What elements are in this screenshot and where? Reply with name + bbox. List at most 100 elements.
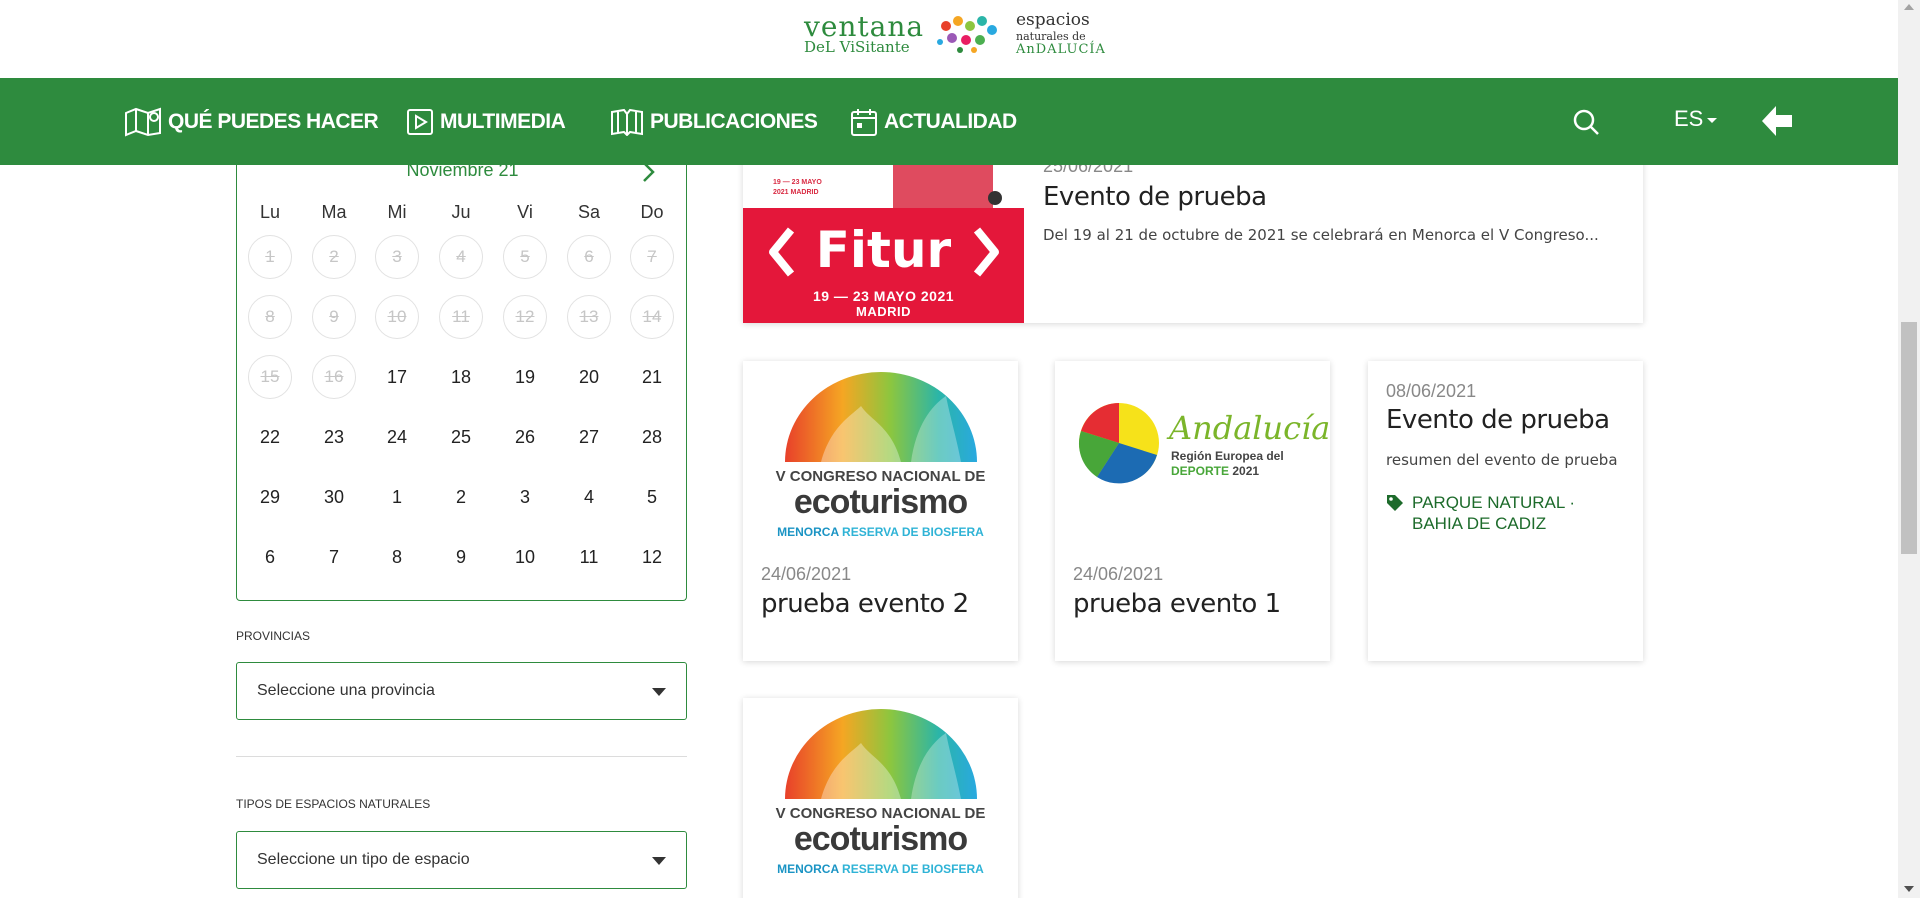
calendar-day[interactable]: 2 (439, 475, 483, 519)
event-card[interactable]: V CONGRESO NACIONAL DE ecoturismo MENORC… (743, 698, 1018, 898)
nav-label: MULTIMEDIA (440, 109, 566, 133)
fitur-city: MADRID (856, 304, 911, 319)
nav-publicaciones[interactable]: PUBLICACIONES (610, 78, 818, 165)
event-tag[interactable]: PARQUE NATURAL · BAHIA DE CADIZ (1412, 492, 1575, 534)
calendar-day[interactable]: 24 (375, 415, 419, 459)
weekday-header: Ju (451, 202, 471, 222)
calendar-day[interactable]: 30 (312, 475, 356, 519)
calendar-day[interactable]: 7 (312, 535, 356, 579)
nav-actualidad[interactable]: ACTUALIDAD (850, 78, 1017, 165)
event-tag-line2: BAHIA DE CADIZ (1412, 514, 1547, 533)
event-summary: Del 19 al 21 de octubre de 2021 se celeb… (1043, 226, 1599, 244)
fitur-small-dates: 19 — 23 MAYO (773, 179, 822, 186)
calendar-day[interactable]: 11 (567, 535, 611, 579)
scroll-down-icon[interactable] (1904, 886, 1914, 892)
calendar-day[interactable]: 25 (439, 415, 483, 459)
calendar-day[interactable]: 21 (630, 355, 674, 399)
tipos-label: TIPOS DE ESPACIOS NATURALES (236, 797, 431, 811)
weekday-header: Ma (321, 202, 347, 222)
andalucia-line1: Región Europea del (1171, 449, 1284, 463)
main-nav: QUÉ PUEDES HACER MULTIMEDIA PUBLICACIONE… (0, 78, 1898, 165)
logo-visitante: DeL ViSitante (804, 38, 910, 56)
arrow-left-icon[interactable] (1758, 102, 1796, 140)
event-card[interactable]: Andalucía Región Europea del DEPORTE 202… (1055, 361, 1330, 661)
calendar-day[interactable]: 6 (248, 535, 292, 579)
event-card[interactable]: V CONGRESO NACIONAL DE ecoturismo MENORC… (743, 361, 1018, 661)
eco-line3a: MENORCA (777, 862, 839, 876)
nav-multimedia[interactable]: MULTIMEDIA (406, 78, 566, 165)
calendar-day[interactable]: 1 (375, 475, 419, 519)
fitur-small-city: 2021 MADRID (773, 189, 819, 196)
calendar-day[interactable]: 4 (567, 475, 611, 519)
map-pin-icon (125, 107, 161, 136)
caret-down-icon (1707, 117, 1718, 123)
calendar-day[interactable]: 10 (503, 535, 547, 579)
book-icon (611, 108, 643, 136)
event-title[interactable]: prueba evento 1 (1073, 589, 1281, 619)
calendar-day[interactable]: 18 (439, 355, 483, 399)
nav-label: PUBLICACIONES (650, 109, 818, 133)
calendar-day-disabled: 8 (248, 295, 292, 339)
chevron-down-icon (652, 688, 666, 696)
logo-espacios: espacios (1016, 10, 1090, 30)
event-title[interactable]: prueba evento 2 (761, 589, 969, 619)
calendar-day[interactable]: 19 (503, 355, 547, 399)
flower-logo-icon (937, 16, 997, 53)
weekday-header: Do (640, 202, 664, 222)
andalucia-line2a: DEPORTE (1171, 464, 1230, 478)
calendar-day[interactable]: 5 (630, 475, 674, 519)
calendar-day[interactable]: 20 (567, 355, 611, 399)
event-summary: resumen del evento de prueba (1386, 451, 1618, 469)
nav-label: QUÉ PUEDES HACER (168, 109, 379, 133)
calendar-day-disabled: 10 (375, 295, 419, 339)
event-image-andalucia: Andalucía Región Europea del DEPORTE 202… (1055, 361, 1330, 551)
calendar-day-disabled: 4 (439, 235, 483, 279)
calendar-day-disabled: 12 (503, 295, 547, 339)
calendar-day-disabled: 7 (630, 235, 674, 279)
calendar-day-disabled: 13 (567, 295, 611, 339)
calendar-icon (851, 108, 877, 136)
page-scrollbar[interactable] (1898, 0, 1920, 898)
calendar-day[interactable]: 29 (248, 475, 292, 519)
calendar-day-disabled: 2 (312, 235, 356, 279)
calendar-day-disabled: 3 (375, 235, 419, 279)
weekday-header: Vi (517, 202, 533, 222)
tipo-espacio-select[interactable]: Seleccione un tipo de espacio (236, 831, 687, 889)
events-calendar: Noviembre 21 Lu Ma Mi Ju Vi Sa Do 1 2 3 4 5 6 7 8 9 10 11… (236, 150, 687, 601)
calendar-day[interactable]: 26 (503, 415, 547, 459)
calendar-day[interactable]: 8 (375, 535, 419, 579)
logo-andalucia: AnDALUCÍA (1016, 42, 1106, 57)
calendar-day[interactable]: 22 (248, 415, 292, 459)
calendar-day[interactable]: 23 (312, 415, 356, 459)
play-icon (407, 108, 433, 135)
calendar-day[interactable]: 17 (375, 355, 419, 399)
calendar-day[interactable]: 9 (439, 535, 483, 579)
scroll-up-icon[interactable] (1904, 4, 1914, 10)
language-selector[interactable]: ES (1674, 106, 1718, 132)
calendar-day-disabled: 11 (439, 295, 483, 339)
eco-line3b: RESERVA DE BIOSFERA (838, 862, 984, 876)
event-title[interactable]: Evento de prueba (1043, 182, 1267, 212)
search-icon[interactable] (1572, 108, 1600, 136)
calendar-day-disabled: 16 (312, 355, 356, 399)
eco-line3a: MENORCA (777, 525, 839, 539)
scroll-thumb[interactable] (1901, 322, 1917, 554)
language-value: ES (1674, 106, 1704, 131)
calendar-day[interactable]: 27 (567, 415, 611, 459)
calendar-day[interactable]: 3 (503, 475, 547, 519)
weekday-header: Lu (259, 202, 281, 222)
event-title[interactable]: Evento de prueba (1386, 405, 1610, 435)
calendar-day-disabled: 14 (630, 295, 674, 339)
calendar-day[interactable]: 12 (630, 535, 674, 579)
calendar-day-disabled: 15 (248, 355, 292, 399)
andalucia-line2b: 2021 (1229, 464, 1260, 478)
provincia-select[interactable]: Seleccione una provincia (236, 662, 687, 720)
calendar-day[interactable]: 28 (630, 415, 674, 459)
calendar-day-disabled: 1 (248, 235, 292, 279)
event-date: 24/06/2021 (1073, 564, 1164, 584)
calendar-day-disabled: 6 (567, 235, 611, 279)
site-logo[interactable]: ventana DeL ViSitante espacios naturales… (802, 10, 1105, 57)
event-card[interactable]: 08/06/2021 Evento de prueba resumen del … (1368, 361, 1643, 661)
nav-que-puedes-hacer[interactable]: QUÉ PUEDES HACER (124, 78, 379, 165)
eco-line2: ecoturismo (793, 483, 968, 521)
